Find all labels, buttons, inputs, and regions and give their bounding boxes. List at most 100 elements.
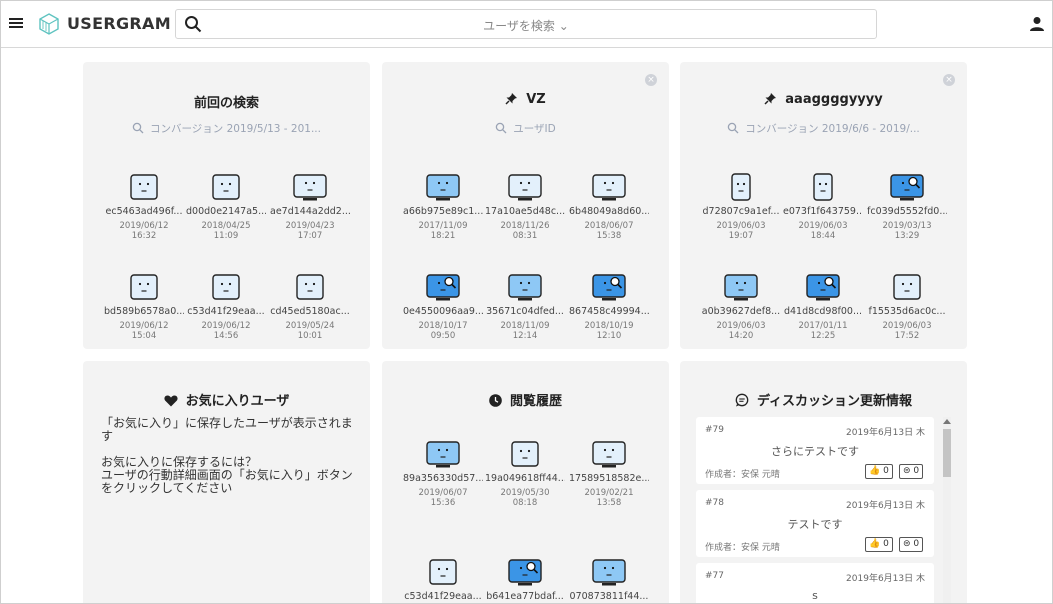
favorites-how-to-line2: をクリックしてください bbox=[101, 481, 233, 495]
user-last-visit: 2019/06/03 19:07 bbox=[716, 221, 766, 241]
user-tile[interactable]: c53d41f29eaa... 2019/06/12 14:56 bbox=[186, 272, 266, 341]
user-tile[interactable]: 89a356330d57... 2019/06/07 15:36 bbox=[403, 439, 483, 508]
user-tile[interactable]: ae7d144a2dd2... 2019/04/23 17:07 bbox=[270, 172, 350, 241]
search-condition[interactable]: コンバージョン 2019/6/6 - 2019/... bbox=[680, 121, 967, 136]
user-last-visit: 2019/06/03 18:44 bbox=[798, 221, 848, 241]
like-button[interactable]: 👍 0 bbox=[865, 537, 893, 552]
user-face-icon bbox=[731, 173, 751, 201]
cube-logo[interactable] bbox=[37, 12, 61, 36]
hamburger-icon[interactable] bbox=[9, 16, 23, 30]
user-id: 17589518582e... bbox=[569, 473, 649, 484]
user-last-visit: 2019/04/23 17:07 bbox=[285, 221, 335, 241]
card-title: お気に入りユーザ bbox=[185, 394, 290, 409]
search-icon bbox=[132, 122, 144, 134]
user-tile[interactable]: a0b39627def8... 2019/06/03 14:20 bbox=[701, 272, 781, 341]
user-face-icon bbox=[426, 441, 460, 468]
search-condition-text: コンバージョン 2019/6/6 - 2019/... bbox=[745, 123, 920, 135]
user-last-visit: 2019/05/30 08:18 bbox=[500, 488, 550, 508]
card-title-row: お気に入りユーザ bbox=[83, 390, 370, 409]
user-tile[interactable]: d41d8cd98f00... 2017/01/11 12:25 bbox=[783, 272, 863, 341]
user-face-icon bbox=[426, 274, 460, 301]
search-condition[interactable]: コンバージョン 2019/5/13 - 201... bbox=[83, 121, 370, 136]
user-last-visit: 2018/04/25 11:09 bbox=[201, 221, 251, 241]
close-icon[interactable]: × bbox=[943, 74, 955, 86]
user-id: 0e4550096aa9... bbox=[403, 306, 483, 317]
user-last-visit: 2018/11/09 12:14 bbox=[500, 321, 550, 341]
user-id: 070873811f44... bbox=[569, 591, 649, 602]
user-tile[interactable]: d72807c9a1ef... 2019/06/03 19:07 bbox=[701, 172, 781, 241]
user-face-icon bbox=[508, 274, 542, 301]
user-tile[interactable]: d00d0e2147a5... 2018/04/25 11:09 bbox=[186, 172, 266, 241]
heart-icon bbox=[164, 395, 178, 407]
user-tile[interactable]: bd589b6578a0... 2019/06/12 15:04 bbox=[104, 272, 184, 341]
card-favorite-users: お気に入りユーザ 「お気に入り」に保存したユーザが表示されます お気に入りに保存… bbox=[83, 361, 370, 603]
scroll-up-arrow-icon[interactable] bbox=[943, 419, 951, 424]
user-last-visit: 2019/06/12 16:32 bbox=[119, 221, 169, 241]
user-icon[interactable] bbox=[1029, 16, 1045, 32]
comment-button[interactable]: ⊜ 0 bbox=[899, 464, 924, 479]
like-button[interactable]: 👍 0 bbox=[865, 464, 893, 479]
user-last-visit: 2019/06/12 15:04 bbox=[119, 321, 169, 341]
card-pinned-aaaggggyyyy[interactable]: × aaaggggyyyy コンバージョン 2019/6/6 - 2019/..… bbox=[680, 62, 967, 349]
search-condition[interactable]: ユーザID bbox=[382, 121, 669, 136]
user-tile[interactable]: a66b975e89c1... 2017/11/09 18:21 bbox=[403, 172, 483, 241]
user-last-visit: 2017/01/11 12:25 bbox=[798, 321, 848, 341]
close-icon[interactable]: × bbox=[645, 74, 657, 86]
user-id: f15535d6ac0c... bbox=[868, 306, 946, 317]
user-tile[interactable]: b641ea77bdaf... bbox=[485, 557, 565, 603]
discussion-item[interactable]: #77 2019年6月13日 木 s bbox=[696, 563, 934, 603]
user-tile[interactable]: 35671c04dfed... 2018/11/09 12:14 bbox=[485, 272, 565, 341]
favorites-empty-message: 「お気に入り」に保存したユーザが表示されます bbox=[101, 416, 353, 443]
user-face-icon bbox=[130, 174, 158, 200]
card-previous-search[interactable]: 前回の検索 コンバージョン 2019/5/13 - 201... ec5463a… bbox=[83, 62, 370, 349]
user-id: fc039d5552fd0... bbox=[867, 206, 947, 217]
discussion-date: 2019年6月13日 木 bbox=[846, 428, 925, 438]
pin-icon bbox=[764, 93, 777, 105]
user-tile[interactable]: f15535d6ac0c... 2019/06/03 17:52 bbox=[867, 272, 947, 341]
user-last-visit: 2018/06/07 15:38 bbox=[584, 221, 634, 241]
user-tile[interactable]: e073f1f643759... 2019/06/03 18:44 bbox=[783, 172, 863, 241]
card-browsing-history: 閲覧履歴 89a356330d57... 2019/06/07 15:36 19a… bbox=[382, 361, 669, 603]
user-tile[interactable]: 19a049618ff44... 2019/05/30 08:18 bbox=[485, 439, 565, 508]
scroll-thumb[interactable] bbox=[943, 429, 951, 477]
user-tile[interactable]: fc039d5552fd0... 2019/03/13 13:29 bbox=[867, 172, 947, 241]
user-tile[interactable]: cd45ed5180ac... 2019/05/24 10:01 bbox=[270, 272, 350, 341]
user-tile[interactable]: 17a10ae5d48c... 2018/11/26 08:31 bbox=[485, 172, 565, 241]
user-last-visit: 2019/06/03 14:20 bbox=[716, 321, 766, 341]
user-id: ec5463ad496f... bbox=[105, 206, 183, 217]
user-id: 89a356330d57... bbox=[403, 473, 483, 484]
card-pinned-vz[interactable]: × VZ ユーザID a66b975e89c1... 2017/11/09 18:… bbox=[382, 62, 669, 349]
user-last-visit: 2018/10/17 09:50 bbox=[418, 321, 468, 341]
user-tile[interactable]: 6b48049a8d60... 2018/06/07 15:38 bbox=[569, 172, 649, 241]
user-tile[interactable]: ec5463ad496f... 2019/06/12 16:32 bbox=[104, 172, 184, 241]
discussion-message: テストです bbox=[787, 518, 843, 531]
user-face-icon bbox=[293, 174, 327, 201]
discussion-item[interactable]: #79 2019年6月13日 木 さらにテストです 作成者：安保 元晴 👍 0 ⊜… bbox=[696, 417, 934, 484]
user-id: b641ea77bdaf... bbox=[486, 591, 564, 602]
discussion-list[interactable]: #79 2019年6月13日 木 さらにテストです 作成者：安保 元晴 👍 0 ⊜… bbox=[696, 417, 936, 603]
user-tile[interactable]: c53d41f29eaa... bbox=[403, 557, 483, 603]
card-discussion-updates: ディスカッション更新情報 #79 2019年6月13日 木 さらにテストです 作成… bbox=[680, 361, 967, 603]
user-face-icon bbox=[212, 174, 240, 200]
search-icon bbox=[496, 122, 507, 134]
user-id: d72807c9a1ef... bbox=[702, 206, 780, 217]
user-tile[interactable]: 17589518582e... 2019/02/21 13:58 bbox=[569, 439, 649, 508]
user-id: 867458c49994... bbox=[569, 306, 649, 317]
user-id: cd45ed5180ac... bbox=[270, 306, 350, 317]
card-title: aaaggggyyyy bbox=[785, 92, 883, 107]
scrollbar[interactable] bbox=[943, 417, 951, 603]
user-face-icon bbox=[426, 174, 460, 201]
user-tile[interactable]: 070873811f44... bbox=[569, 557, 649, 603]
user-tile[interactable]: 867458c49994... 2018/10/19 12:10 bbox=[569, 272, 649, 341]
discussion-date: 2019年6月13日 木 bbox=[846, 501, 925, 511]
user-id: a66b975e89c1... bbox=[403, 206, 483, 217]
user-tile[interactable]: 0e4550096aa9... 2018/10/17 09:50 bbox=[403, 272, 483, 341]
search-condition-text: ユーザID bbox=[513, 123, 556, 135]
comment-button[interactable]: ⊜ 0 bbox=[899, 537, 924, 552]
card-title: VZ bbox=[526, 92, 546, 107]
user-face-icon bbox=[592, 274, 626, 301]
discussion-item[interactable]: #78 2019年6月13日 木 テストです 作成者：安保 元晴 👍 0 ⊜ 0 bbox=[696, 490, 934, 557]
search-input[interactable]: ユーザを検索 ⌄ bbox=[175, 9, 877, 39]
user-face-icon bbox=[508, 174, 542, 201]
user-id: ae7d144a2dd2... bbox=[270, 206, 350, 217]
